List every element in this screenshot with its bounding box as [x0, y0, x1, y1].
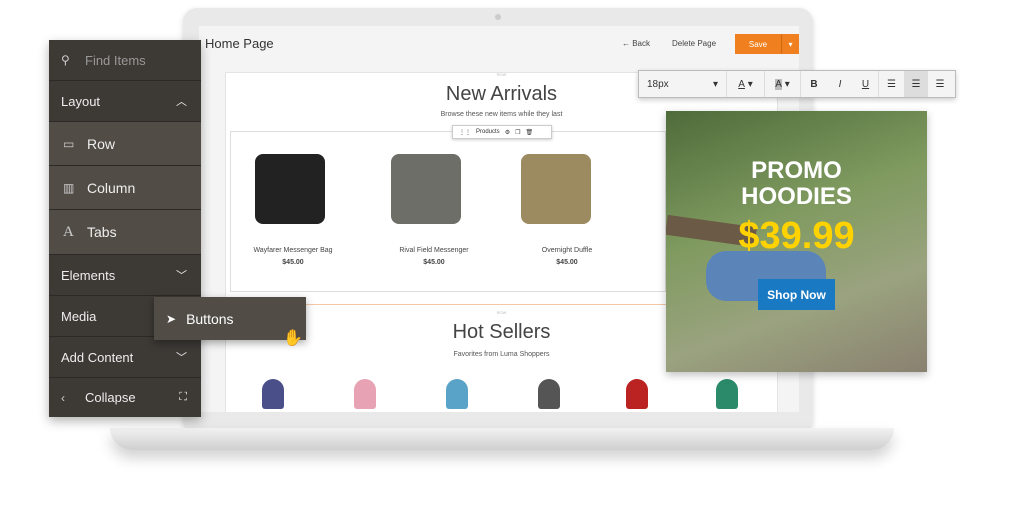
- product-item[interactable]: Rival Field Messenger $45.00: [374, 247, 494, 266]
- section-label: Media: [61, 308, 97, 324]
- dropdown-icon: ▾: [712, 78, 718, 90]
- highlight-button[interactable]: A ▾: [765, 71, 801, 97]
- product-image: [716, 379, 738, 409]
- underline-button[interactable]: U: [853, 71, 879, 97]
- products-toolbar: ⋮⋮ Products ⚙ ❐ 🗑: [452, 125, 552, 139]
- align-left-icon: ☰: [887, 78, 896, 90]
- drag-item-label: Buttons: [186, 310, 234, 327]
- section-add-content[interactable]: Add Content ﹀: [49, 337, 201, 378]
- font-color-icon: A: [738, 78, 745, 90]
- align-center-icon: ☰: [911, 78, 921, 90]
- grab-hand-icon: ✋: [283, 330, 303, 347]
- product-price: $45.00: [556, 259, 578, 266]
- product-name[interactable]: Rival Field Messenger: [399, 247, 468, 254]
- sidebar: ⚲ Find Items Layout ︿ ▭ Row ▥ Column A Tabs E…: [49, 40, 201, 417]
- item-tabs[interactable]: A Tabs: [49, 210, 201, 255]
- page-title: Home Page: [205, 36, 274, 51]
- font-size-select[interactable]: 18px ▾: [639, 71, 727, 97]
- promo-line-1: PROMO: [751, 157, 842, 184]
- text-format-toolbar: 18px ▾ A ▾ A ▾ B I U ☰ ☰ ☰: [638, 70, 956, 98]
- delete-page-link[interactable]: Delete Page: [672, 39, 716, 48]
- align-right-icon: ☰: [935, 78, 945, 90]
- item-label: Tabs: [87, 224, 117, 240]
- font-color-button[interactable]: A ▾: [727, 71, 765, 97]
- item-row[interactable]: ▭ Row: [49, 122, 201, 166]
- product-price: $45.00: [282, 259, 304, 266]
- promo-line-2: HOODIES: [741, 183, 852, 210]
- search-icon: ⚲: [61, 53, 70, 67]
- font-size-value: 18px: [647, 78, 669, 90]
- chevron-down-icon: ﹀: [176, 352, 187, 364]
- text-icon: A: [63, 223, 74, 240]
- save-label[interactable]: Save: [735, 34, 781, 54]
- product-image: [391, 154, 461, 224]
- collapse-label: Collapse: [85, 390, 136, 405]
- section-layout[interactable]: Layout ︿: [49, 81, 201, 122]
- gear-icon[interactable]: ⚙: [505, 129, 510, 136]
- product-image: [626, 379, 648, 409]
- row-icon: ▭: [63, 136, 75, 151]
- section-label: Elements: [61, 267, 116, 283]
- product-image: [521, 154, 591, 224]
- search-input[interactable]: ⚲ Find Items: [49, 40, 201, 81]
- shop-now-button[interactable]: Shop Now: [758, 279, 835, 310]
- column-icon: ▥: [63, 180, 75, 195]
- products-toolbar-label: Products: [476, 129, 500, 135]
- trash-icon[interactable]: 🗑: [525, 129, 533, 136]
- product-name[interactable]: Overnight Duffle: [542, 247, 592, 254]
- section-elements[interactable]: Elements ﹀: [49, 255, 201, 296]
- fullscreen-icon[interactable]: ⛶: [179, 391, 187, 404]
- item-column[interactable]: ▥ Column: [49, 166, 201, 210]
- duplicate-icon[interactable]: ❐: [515, 129, 520, 136]
- section-label: Add Content: [61, 349, 134, 365]
- search-placeholder: Find Items: [85, 52, 146, 68]
- section-label: Layout: [61, 93, 101, 109]
- promo-banner[interactable]: PROMO HOODIES $39.99 Shop Now: [666, 111, 927, 372]
- italic-button[interactable]: I: [827, 71, 853, 97]
- product-image: [255, 154, 325, 224]
- align-left-button[interactable]: ☰: [879, 71, 904, 97]
- chevron-left-icon: ‹: [61, 390, 65, 405]
- align-right-button[interactable]: ☰: [928, 71, 952, 97]
- save-dropdown-icon[interactable]: ▾: [781, 34, 799, 54]
- product-image: [354, 379, 376, 409]
- collapse-button[interactable]: ‹ Collapse ⛶: [49, 378, 201, 417]
- product-name[interactable]: Wayfarer Messenger Bag: [253, 247, 332, 254]
- product-item[interactable]: Overnight Duffle $45.00: [507, 247, 627, 266]
- product-item[interactable]: Wayfarer Messenger Bag $45.00: [233, 247, 353, 266]
- highlight-icon: A: [775, 78, 782, 90]
- drag-handle-icon[interactable]: ⋮⋮: [459, 129, 471, 136]
- chevron-down-icon: ﹀: [176, 270, 187, 282]
- chevron-up-icon: ︿: [176, 96, 187, 108]
- item-label: Column: [87, 179, 136, 196]
- products-block[interactable]: Wayfarer Messenger Bag $45.00 Rival Field…: [230, 131, 666, 292]
- product-price: $45.00: [423, 259, 445, 266]
- save-button[interactable]: Save ▾: [735, 34, 799, 54]
- camera: [495, 14, 501, 20]
- product-image: [262, 379, 284, 409]
- product-image: [446, 379, 468, 409]
- promo-price: $39.99: [738, 215, 855, 257]
- back-link[interactable]: ← Back: [622, 39, 650, 48]
- align-center-button[interactable]: ☰: [904, 71, 928, 97]
- item-label: Row: [87, 135, 116, 152]
- bold-button[interactable]: B: [801, 71, 827, 97]
- cursor-icon: ➤: [166, 311, 177, 326]
- product-image: [538, 379, 560, 409]
- laptop-base: [110, 428, 894, 450]
